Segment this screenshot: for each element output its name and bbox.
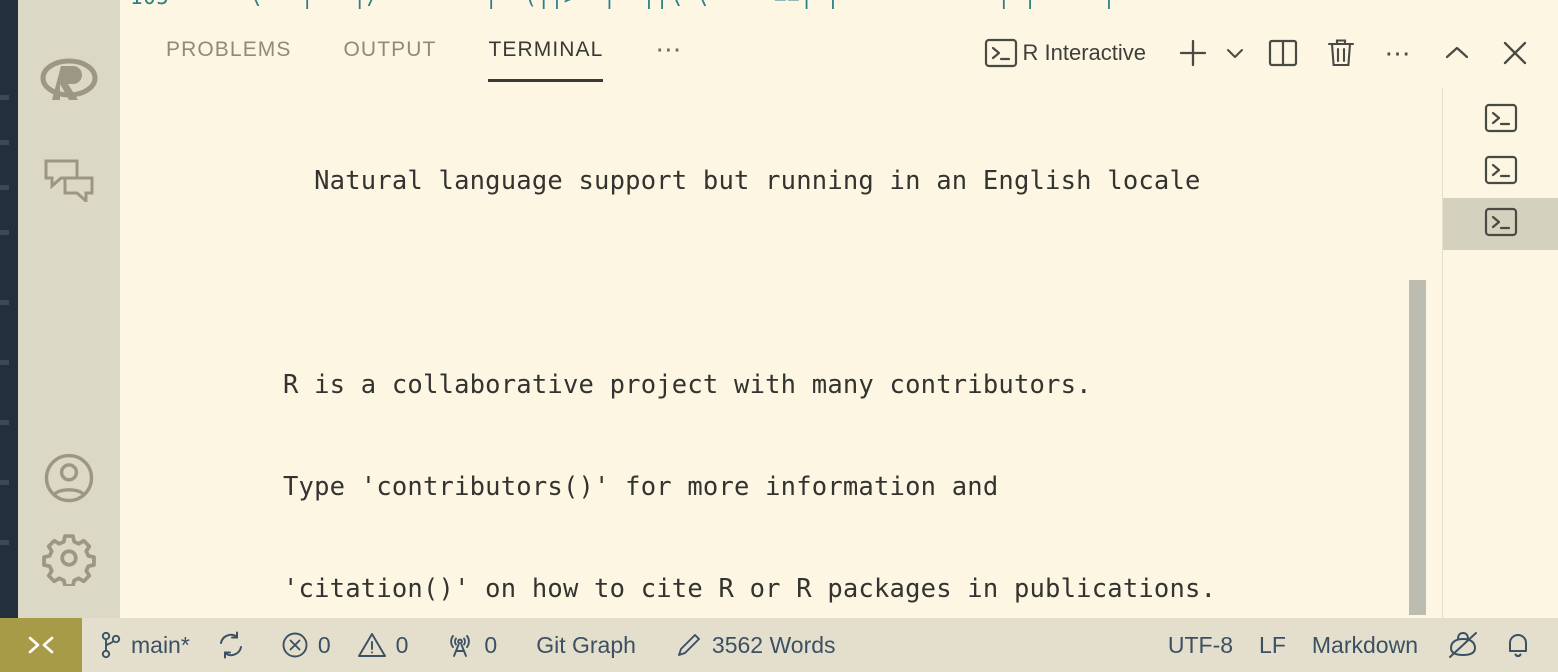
- panel-header: PROBLEMS OUTPUT TERMINAL ⋯ R Interactive: [120, 18, 1558, 88]
- new-terminal-dropdown-button[interactable]: [1216, 29, 1254, 77]
- encoding-label: UTF-8: [1167, 631, 1234, 658]
- git-graph-label: Git Graph: [536, 631, 636, 658]
- window-left-gutter: [0, 0, 18, 618]
- r-icon: [39, 56, 99, 104]
- bell-icon: [1505, 630, 1531, 660]
- status-word-count[interactable]: 3562 Words: [649, 618, 849, 672]
- status-bar-right: UTF-8 LF Markdown: [1155, 618, 1558, 672]
- terminal-type-icon: [979, 29, 1023, 77]
- chat-icon: [43, 158, 95, 202]
- editor-code-line: 105 \ | |/ | (||> | ||\ \ ==| | | | |: [130, 0, 1116, 9]
- terminal-line: Type 'contributors()' for more informati…: [283, 472, 999, 502]
- terminal-type-label: R Interactive: [1022, 40, 1147, 65]
- terminal-output: Natural language support but running in …: [283, 96, 1442, 618]
- terminal-tabs-list: [1442, 88, 1558, 618]
- warning-icon: [357, 631, 387, 659]
- terminal-icon: [1484, 155, 1518, 190]
- collapse-panel-button[interactable]: [1428, 29, 1486, 77]
- status-sync-button[interactable]: [203, 618, 259, 672]
- remote-window-indicator[interactable]: [0, 618, 82, 672]
- status-encoding[interactable]: UTF-8: [1155, 618, 1246, 672]
- panel-body: Natural language support but running in …: [120, 88, 1558, 618]
- bottom-panel: PROBLEMS OUTPUT TERMINAL ⋯ R Interactive: [120, 18, 1558, 618]
- tab-terminal[interactable]: TERMINAL: [488, 38, 604, 82]
- terminal-surface[interactable]: Natural language support but running in …: [120, 88, 1442, 618]
- sync-icon: [216, 630, 246, 660]
- new-terminal-button[interactable]: [1170, 29, 1216, 77]
- status-notifications[interactable]: [1492, 618, 1544, 672]
- terminal-icon: [1484, 103, 1518, 138]
- ports-count: 0: [484, 631, 498, 658]
- status-language-mode[interactable]: Markdown: [1299, 618, 1431, 672]
- radio-tower-icon: [445, 631, 475, 659]
- panel-more-actions-button[interactable]: ⋯: [1370, 29, 1428, 77]
- terminal-tab-1[interactable]: [1443, 94, 1558, 146]
- close-panel-button[interactable]: [1486, 29, 1544, 77]
- copilot-disabled-icon: [1447, 630, 1479, 660]
- tab-problems[interactable]: PROBLEMS: [166, 38, 292, 68]
- pencil-icon: [675, 631, 703, 659]
- split-terminal-button[interactable]: [1254, 29, 1312, 77]
- language-mode-label: Markdown: [1311, 631, 1418, 658]
- terminal-scrollbar[interactable]: [1409, 280, 1426, 615]
- status-eol[interactable]: LF: [1246, 618, 1299, 672]
- terminal-tab-2[interactable]: [1443, 146, 1558, 198]
- status-problems[interactable]: 0 0: [259, 618, 422, 672]
- error-icon: [281, 631, 309, 659]
- word-count-label: 3562 Words: [711, 631, 836, 658]
- panel-actions: R Interactive ⋯: [979, 29, 1545, 77]
- status-ports[interactable]: 0: [421, 618, 510, 672]
- editor-content-sliver: 105 \ | |/ | (||> | ||\ \ ==| | | | |: [120, 0, 1558, 18]
- source-control-branch-icon: [100, 631, 122, 659]
- activity-item-settings[interactable]: [35, 524, 103, 592]
- status-branch[interactable]: main*: [82, 618, 203, 672]
- status-branch-label: main*: [131, 631, 190, 658]
- activity-item-r[interactable]: [35, 46, 103, 114]
- panel-tabs-overflow-button[interactable]: ⋯: [655, 34, 684, 73]
- warning-count: 0: [395, 631, 409, 658]
- tab-output[interactable]: OUTPUT: [344, 38, 437, 68]
- terminal-icon: [1484, 207, 1518, 242]
- status-bar-left: main* 0 0 0 Git Graph 3562 Words: [82, 618, 849, 672]
- eol-label: LF: [1259, 631, 1286, 658]
- kill-terminal-button[interactable]: [1312, 29, 1370, 77]
- terminal-tab-3[interactable]: [1443, 198, 1558, 250]
- status-bar: main* 0 0 0 Git Graph 3562 Words UTF-8 L…: [0, 618, 1558, 672]
- vscode-window: 105 \ | |/ | (||> | ||\ \ ==| | | | |: [0, 0, 1558, 672]
- activity-bar: [18, 0, 120, 618]
- error-count: 0: [317, 631, 331, 658]
- terminal-line: Natural language support but running in …: [283, 166, 1201, 196]
- activity-item-chat[interactable]: [35, 146, 103, 214]
- activity-item-account[interactable]: [35, 444, 103, 512]
- terminal-line: R is a collaborative project with many c…: [283, 370, 1092, 400]
- terminal-line: 'citation()' on how to cite R or R packa…: [283, 574, 1217, 604]
- status-git-graph[interactable]: Git Graph: [510, 618, 649, 672]
- gear-icon: [41, 530, 97, 586]
- status-copilot[interactable]: [1431, 618, 1492, 672]
- account-icon: [42, 451, 96, 505]
